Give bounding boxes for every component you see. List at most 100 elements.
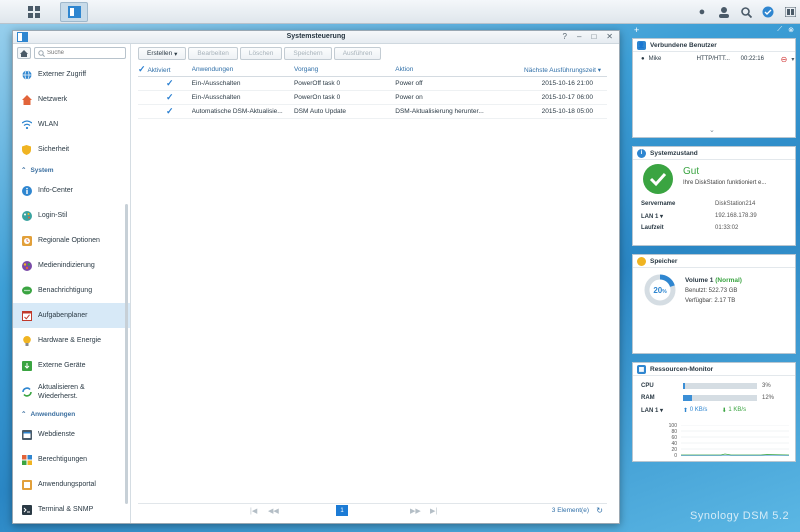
last-page-icon[interactable]: ▶| (430, 507, 437, 515)
taskbar: ● (0, 0, 800, 24)
disconnect-icon[interactable]: ⊖ (781, 55, 788, 64)
current-page[interactable]: 1 (336, 505, 348, 516)
home-button[interactable] (17, 47, 31, 59)
cell-task: DSM Auto Update (293, 104, 396, 119)
table-row[interactable]: ✓ Automatische DSM-Aktualisie... DSM Aut… (138, 104, 607, 119)
user-icon: 👤 (637, 40, 646, 50)
ram-bar (683, 395, 757, 401)
enabled-checkbox[interactable]: ✓ (166, 92, 174, 101)
storage-icon (637, 256, 646, 266)
table-row[interactable]: ✓ Ein-/Ausschalten PowerOn task 0 Power … (138, 90, 607, 105)
run-button[interactable]: Ausführen (333, 47, 382, 60)
save-button[interactable]: Speichern (284, 47, 332, 60)
window-title: Systemsteuerung (286, 33, 346, 40)
user-row[interactable]: ● Mike HTTP/HTT... 00:22:16 ⊖ ▾ (633, 52, 795, 66)
window-titlebar[interactable]: Systemsteuerung ? – □ ✕ (13, 31, 619, 44)
search-input[interactable] (47, 50, 107, 56)
minimize-button[interactable]: – (577, 32, 581, 41)
add-widget-icon[interactable]: + (634, 25, 639, 35)
lan-select[interactable]: LAN 1 ▾ (641, 407, 683, 414)
chevron-down-icon[interactable]: ⌄ (709, 126, 715, 134)
sidebar-item-wlan[interactable]: WLAN (13, 112, 130, 137)
sidebar-item-label: Login-Stil (38, 212, 68, 219)
control-panel-task-button[interactable] (60, 2, 88, 22)
item-count: 3 Element(e) (551, 507, 589, 514)
chat-icon (21, 285, 32, 296)
sidebar-item-label: Regionale Optionen (38, 237, 100, 244)
palette-icon (21, 210, 32, 221)
search-icon[interactable] (736, 2, 756, 22)
widget-system-health: i Systemzustand Gut Ihre DiskStation funk… (632, 146, 796, 246)
cpu-bar (683, 383, 757, 389)
pilot-view-icon[interactable] (780, 2, 800, 22)
clock-icon (21, 235, 32, 246)
maximize-button[interactable]: □ (591, 32, 596, 41)
sidebar-item-update-restore[interactable]: Aktualisieren & Wiederherst. (13, 378, 130, 406)
column-header-enabled[interactable]: ✓ Aktiviert (138, 64, 192, 77)
sidebar-item-task-scheduler[interactable]: Aufgabenplaner (13, 303, 130, 328)
enabled-checkbox[interactable]: ✓ (166, 78, 174, 87)
sidebar-item-web-services[interactable]: Webdienste (13, 422, 130, 447)
cell-action: Power off (395, 76, 501, 91)
sidebar-item-external-devices[interactable]: Externe Geräte (13, 353, 130, 378)
volume-free: Verfügbar: 2.17 TB (685, 298, 736, 304)
sidebar-section-system[interactable]: ⌃ System (13, 162, 130, 178)
sidebar-item-notification[interactable]: Benachrichtigung (13, 278, 130, 303)
dropdown-caret-icon[interactable]: ▾ (791, 56, 794, 63)
chat-icon[interactable]: ● (692, 2, 712, 22)
chevron-up-icon: ⌃ (21, 167, 27, 174)
edit-button[interactable]: Bearbeiten (188, 47, 238, 60)
sidebar: Externer Zugriff Netzwerk WLAN Sicherhei… (13, 44, 131, 523)
next-page-icon[interactable]: ▶▶ (410, 507, 421, 515)
column-header-task[interactable]: Vorgang (293, 64, 396, 77)
sidebar-item-network[interactable]: Netzwerk (13, 87, 130, 112)
monitor-icon: ▦ (637, 364, 646, 374)
sidebar-item-label: Sicherheit (38, 146, 70, 153)
sidebar-item-application-portal[interactable]: Anwendungsportal (13, 472, 130, 497)
checkbox-all-icon[interactable]: ✓ (138, 65, 146, 74)
sidebar-item-external-access[interactable]: Externer Zugriff (13, 62, 130, 87)
prev-page-icon[interactable]: ◀◀ (268, 507, 279, 515)
user-icon[interactable] (714, 2, 734, 22)
cell-next-run: 2015-10-18 05:00 (500, 104, 607, 119)
task-scheduler-panel: Erstellen ▾ Bearbeiten Löschen Speichern… (132, 44, 619, 523)
refresh-icon[interactable]: ↻ (596, 506, 603, 515)
dsm-watermark: Synology DSM 5.2 (690, 510, 790, 522)
sidebar-item-terminal-snmp[interactable]: Terminal & SNMP (13, 497, 130, 522)
first-page-icon[interactable]: |◀ (250, 507, 257, 515)
sidebar-item-privileges[interactable]: Berechtigungen (13, 447, 130, 472)
help-button[interactable]: ? (563, 32, 567, 41)
table-row[interactable]: ✓ Ein-/Ausschalten PowerOff task 0 Power… (138, 76, 607, 91)
sidebar-item-security[interactable]: Sicherheit (13, 137, 130, 162)
close-button[interactable]: ✕ (606, 32, 613, 41)
widget-storage: Speicher 20% Volume 1 (Normal) Benutzt: … (632, 254, 796, 354)
sidebar-item-label: Benachrichtigung (38, 287, 93, 294)
cell-next-run: 2015-10-16 21:00 (500, 76, 607, 91)
widgets-toggle-icon[interactable] (758, 2, 778, 22)
sidebar-item-label: Anwendungsportal (38, 481, 96, 488)
update-icon (21, 387, 32, 398)
control-panel-icon (67, 6, 81, 18)
main-menu-button[interactable] (20, 2, 48, 22)
search-icon (38, 49, 45, 57)
column-header-action[interactable]: Aktion (395, 64, 501, 77)
user-icon: ● (641, 56, 645, 62)
close-widgets-icon[interactable]: ⊗ (788, 26, 794, 34)
sidebar-item-login-style[interactable]: Login-Stil (13, 203, 130, 228)
sidebar-item-regional-options[interactable]: Regionale Optionen (13, 228, 130, 253)
sidebar-item-media-indexing[interactable]: Medienindizierung (13, 253, 130, 278)
sidebar-section-applications[interactable]: ⌃ Anwendungen (13, 406, 130, 422)
sidebar-item-info-center[interactable]: Info-Center (13, 178, 130, 203)
sidebar-item-hardware-energy[interactable]: Hardware & Energie (13, 328, 130, 353)
search-field[interactable] (34, 47, 126, 59)
column-header-next-run[interactable]: Nächste Ausführungszeit ▾ (500, 64, 607, 77)
enabled-checkbox[interactable]: ✓ (166, 106, 174, 115)
create-button[interactable]: Erstellen ▾ (138, 47, 187, 60)
delete-button[interactable]: Löschen (239, 47, 283, 60)
sidebar-scrollbar[interactable] (125, 204, 128, 504)
lan-select[interactable]: LAN 1 ▾ (641, 213, 715, 220)
column-header-application[interactable]: Anwendungen (191, 64, 294, 77)
sidebar-item-label: Webdienste (38, 431, 75, 438)
pin-icon[interactable]: ⟋ (777, 26, 782, 34)
calendar-icon (21, 310, 32, 321)
